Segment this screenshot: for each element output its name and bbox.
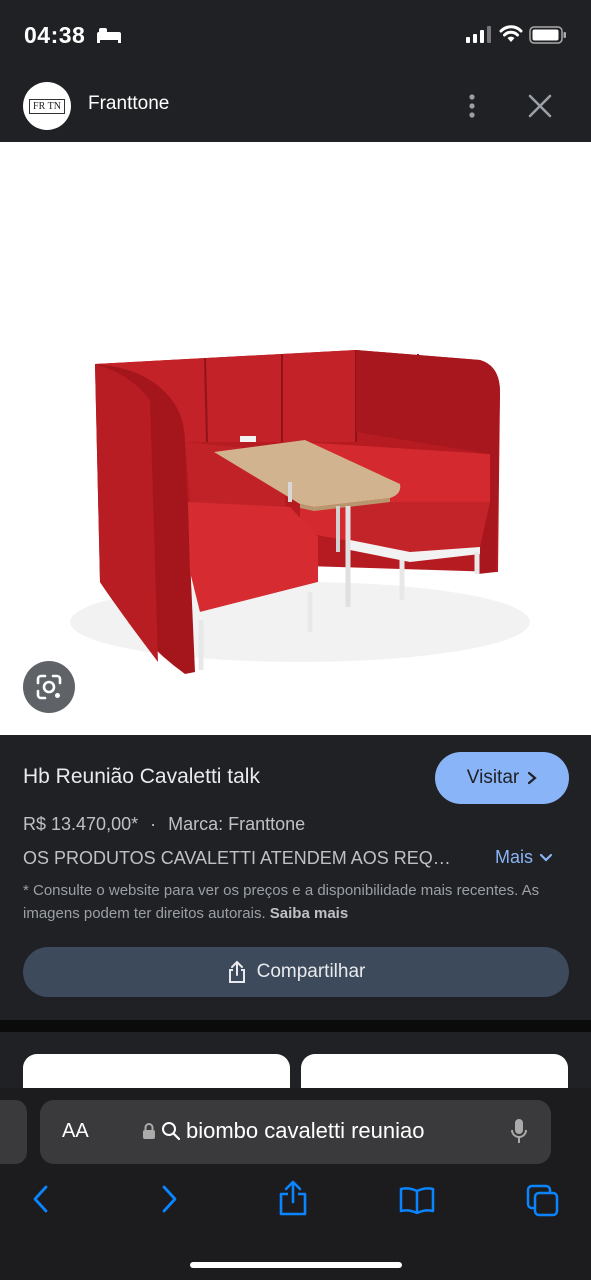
share-label: Compartilhar xyxy=(256,961,366,982)
more-label: Mais xyxy=(495,847,534,867)
previous-tab-peek[interactable] xyxy=(0,1100,27,1164)
share-icon xyxy=(228,960,245,983)
lens-icon xyxy=(36,674,62,700)
bookmarks-icon[interactable] xyxy=(399,1186,435,1214)
product-price: R$ 13.470,00* xyxy=(23,814,139,834)
search-icon xyxy=(162,1122,181,1141)
share-sheet-icon[interactable] xyxy=(278,1180,308,1216)
text-size-button[interactable]: AA xyxy=(62,1120,89,1143)
wifi-icon xyxy=(499,25,523,42)
url-text: biombo cavaletti reuniao xyxy=(186,1118,425,1143)
visit-button[interactable]: Visitar xyxy=(435,752,569,804)
cellular-signal-icon xyxy=(466,26,491,43)
google-lens-button[interactable] xyxy=(23,661,75,713)
safari-bottom-bar: AA biombo cavaletti reuniao xyxy=(0,1088,591,1280)
product-brand: Marca: Franttone xyxy=(168,814,306,834)
product-title[interactable]: Hb Reunião Cavaletti talk xyxy=(23,765,260,789)
home-indicator xyxy=(190,1262,402,1268)
product-info-panel: Hb Reunião Cavaletti talk Visitar R$ 13.… xyxy=(0,735,591,1020)
tabs-icon[interactable] xyxy=(526,1184,560,1218)
status-time: 04:38 xyxy=(24,22,86,48)
product-description: OS PRODUTOS CAVALETTI ATENDEM AOS REQUIS… xyxy=(23,848,453,868)
price-disclaimer: * Consulte o website para ver os preços … xyxy=(23,879,553,925)
sleep-focus-icon xyxy=(97,28,121,43)
price-brand-line: R$ 13.470,00* · Marca: Franttone xyxy=(23,814,305,835)
related-card[interactable] xyxy=(301,1054,568,1090)
product-image[interactable] xyxy=(0,142,591,735)
battery-icon xyxy=(529,26,566,44)
site-logo[interactable]: FR TN xyxy=(23,82,71,130)
more-options-icon[interactable] xyxy=(460,92,484,122)
logo-text: FR TN xyxy=(29,98,65,114)
separator-dot: · xyxy=(150,814,157,834)
address-bar[interactable]: AA biombo cavaletti reuniao xyxy=(40,1100,551,1164)
related-card[interactable] xyxy=(23,1054,290,1090)
close-icon[interactable] xyxy=(526,92,554,120)
chevron-right-icon xyxy=(528,771,537,785)
related-results xyxy=(0,1032,591,1090)
learn-more-link[interactable]: Saiba mais xyxy=(270,905,348,922)
result-header: FR TN Franttone xyxy=(0,70,591,142)
chevron-down-icon xyxy=(539,853,553,862)
visit-label: Visitar xyxy=(466,767,520,788)
back-icon[interactable] xyxy=(30,1184,52,1214)
section-divider xyxy=(0,1020,591,1032)
microphone-icon[interactable] xyxy=(510,1118,528,1146)
forward-icon[interactable] xyxy=(158,1184,180,1214)
site-name[interactable]: Franttone xyxy=(88,93,169,115)
booth-sofa-illustration xyxy=(70,350,530,674)
status-bar: 04:38 xyxy=(0,0,591,70)
url-field[interactable]: biombo cavaletti reuniao xyxy=(142,1118,424,1144)
lock-icon xyxy=(143,1123,155,1139)
share-button[interactable]: Compartilhar xyxy=(23,947,569,997)
more-button[interactable]: Mais xyxy=(495,847,553,868)
